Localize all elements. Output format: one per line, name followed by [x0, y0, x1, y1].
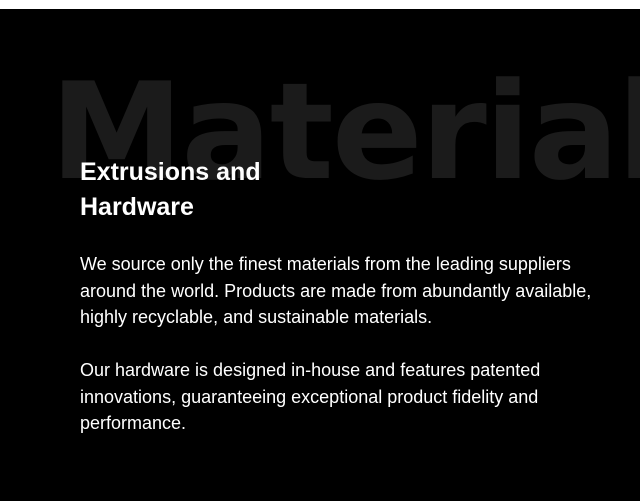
section-body: We source only the finest materials from…	[80, 251, 600, 463]
paragraph-sourcing: We source only the finest materials from…	[80, 254, 592, 327]
heading-line-1: Extrusions and	[80, 158, 261, 186]
section-heading: Extrusions and Hardware	[80, 155, 261, 225]
paragraph-hardware: Our hardware is designed in-house and fe…	[80, 360, 541, 433]
materials-section: Materials Extrusions and Hardware We sou…	[0, 9, 640, 501]
heading-line-2: Hardware	[80, 193, 194, 221]
